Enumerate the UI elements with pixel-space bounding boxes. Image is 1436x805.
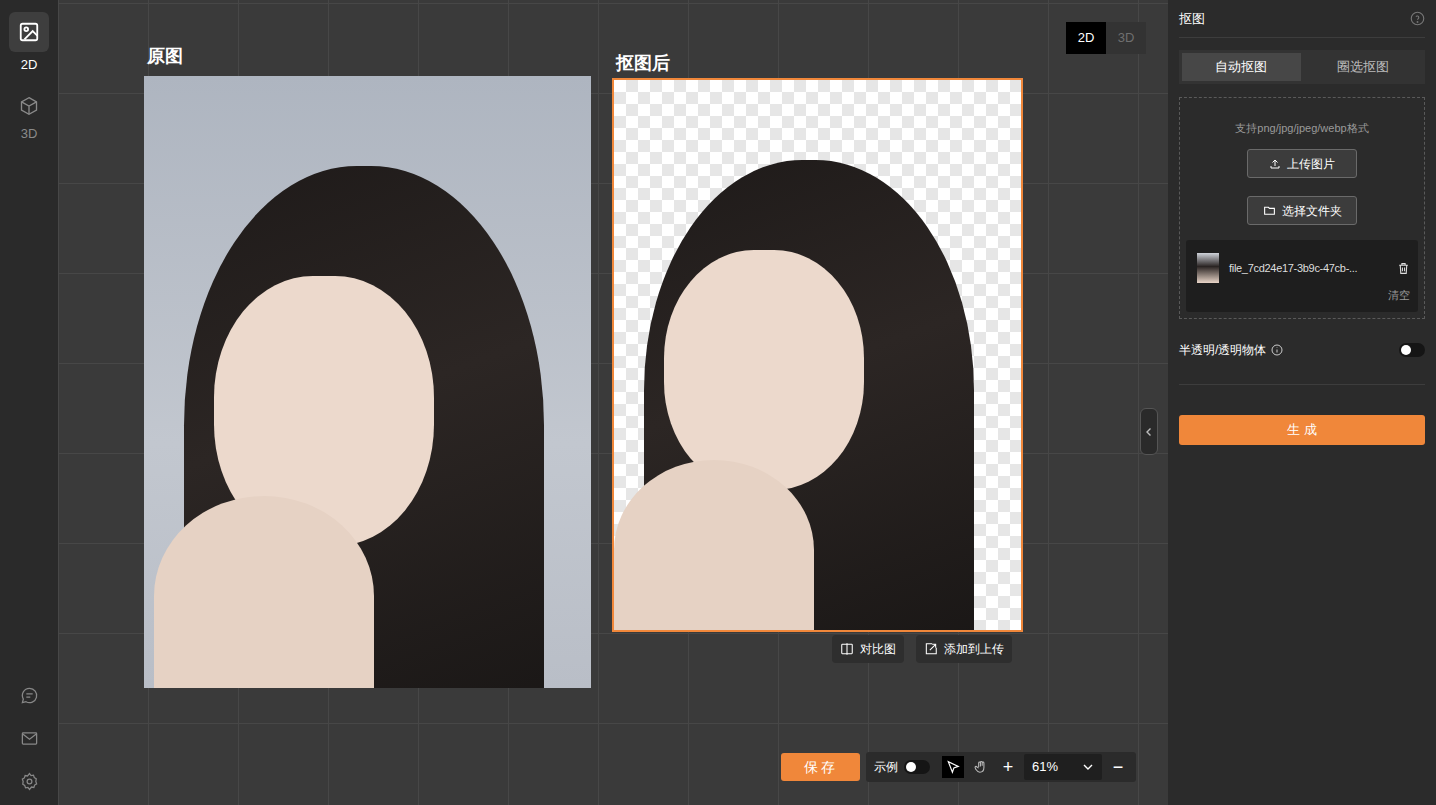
view-toggle: 2D 3D [1066, 22, 1146, 54]
view-tab[interactable]: 3D [1106, 22, 1146, 54]
chat-icon[interactable] [20, 686, 39, 705]
mode-tabs: 自动抠图 圈选抠图 [1179, 50, 1425, 84]
hand-icon [974, 760, 988, 774]
left-sidebar: 2D 3D [0, 0, 58, 805]
original-label: 原图 [147, 44, 183, 68]
right-panel: 抠图 自动抠图 圈选抠图 支持png/jpg/jpeg/webp格式 上传图片 … [1168, 0, 1436, 805]
upload-area[interactable]: 支持png/jpg/jpeg/webp格式 上传图片 选择文件夹 file_7c… [1179, 97, 1425, 319]
canvas[interactable]: 2D 3D 原图 抠图后 对比图 添加到上传 [58, 0, 1168, 805]
image-icon [9, 12, 49, 52]
zoom-out-button[interactable]: − [1108, 758, 1128, 776]
chevron-down-icon [1082, 761, 1094, 773]
mode-tab[interactable]: 自动抠图 [1182, 53, 1301, 81]
mode-tab[interactable]: 圈选抠图 [1304, 53, 1423, 81]
sidebar-item[interactable]: 3D [18, 95, 40, 140]
gear-icon[interactable] [20, 772, 39, 791]
pan-tool[interactable] [970, 756, 992, 778]
upload-button[interactable]: 上传图片 [1247, 149, 1357, 178]
file-name: file_7cd24e17-3b9c-47cb-... [1229, 260, 1387, 277]
folder-icon [1263, 204, 1276, 217]
zoom-select[interactable]: 61% [1024, 754, 1102, 780]
mail-icon[interactable] [20, 729, 39, 748]
result-label: 抠图后 [616, 51, 670, 75]
trash-icon[interactable] [1397, 262, 1410, 275]
file-card: file_7cd24e17-3b9c-47cb-... 清空 [1186, 240, 1418, 312]
add-to-upload-button[interactable]: 添加到上传 [916, 635, 1012, 663]
compare-button[interactable]: 对比图 [832, 635, 904, 663]
transparent-toggle[interactable] [1399, 343, 1425, 357]
upload-icon [1269, 158, 1281, 170]
select-tool[interactable] [942, 756, 964, 778]
toolbar: 示例 + 61% − [866, 752, 1136, 782]
help-icon[interactable] [1410, 11, 1425, 26]
add-icon [924, 642, 938, 656]
sidebar-item[interactable]: 2D [9, 12, 49, 71]
collapse-handle[interactable] [1140, 408, 1158, 455]
view-tab[interactable]: 2D [1066, 22, 1106, 54]
clear-button[interactable]: 清空 [1388, 287, 1410, 304]
cube-icon [18, 95, 40, 117]
compare-icon [840, 642, 854, 656]
chevron-left-icon [1144, 427, 1154, 437]
generate-button[interactable]: 生 成 [1179, 415, 1425, 445]
zoom-in-button[interactable]: + [998, 758, 1018, 776]
result-image[interactable] [612, 78, 1023, 632]
file-thumbnail [1197, 253, 1219, 283]
example-toggle[interactable] [904, 760, 930, 774]
folder-button[interactable]: 选择文件夹 [1247, 196, 1357, 225]
original-image[interactable] [144, 76, 591, 688]
info-icon[interactable] [1271, 344, 1283, 356]
save-button[interactable]: 保存 [781, 753, 860, 781]
pointer-icon [946, 760, 960, 774]
